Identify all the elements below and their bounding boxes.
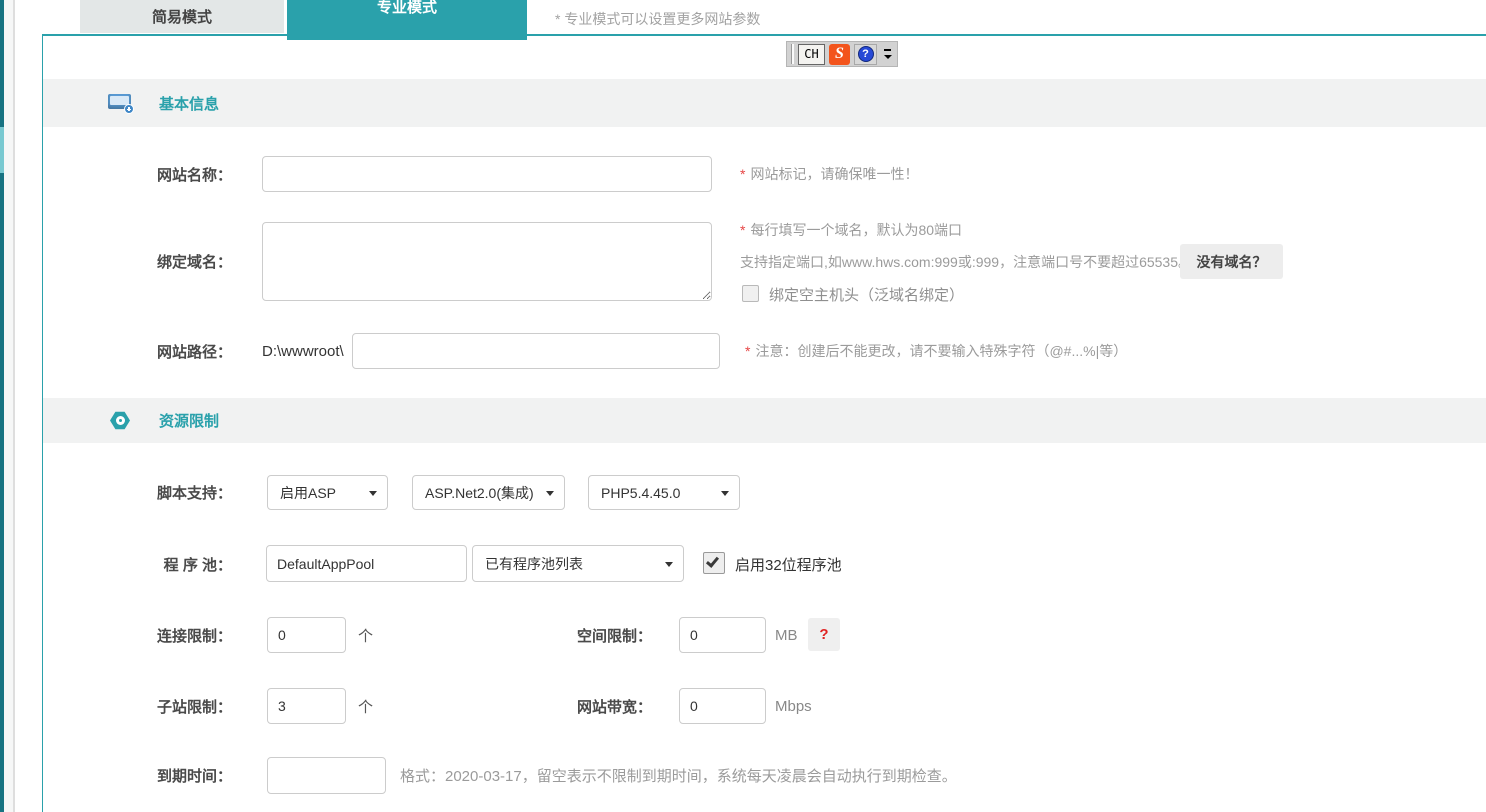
select-caret-icon bbox=[665, 561, 673, 567]
options-bar-icon bbox=[884, 49, 891, 51]
section-resource-limits: 资源限制 bbox=[43, 398, 1486, 443]
sogou-icon[interactable]: S bbox=[829, 43, 850, 65]
tab-simple-mode-label: 简易模式 bbox=[151, 9, 212, 26]
bind-domains-hint-2: 支持指定端口,如www.hws.com:999或:999，注意端口号不要超过65… bbox=[740, 254, 1192, 270]
create-site-page: 简易模式 专业模式 * 专业模式可以设置更多网站参数 CH S ? 基本信息 网… bbox=[0, 0, 1486, 812]
php-select[interactable]: PHP5.4.45.0 bbox=[588, 475, 740, 510]
bind-domains-textarea[interactable] bbox=[262, 222, 712, 301]
enable-32bit-label: 启用32位程序池 bbox=[735, 556, 842, 574]
connection-limit-input[interactable] bbox=[267, 617, 346, 653]
language-button[interactable]: CH bbox=[798, 43, 825, 65]
space-limit-unit: MB bbox=[775, 626, 798, 644]
site-path-input[interactable] bbox=[352, 333, 720, 369]
required-star: * bbox=[745, 343, 751, 359]
toolbar-grip[interactable] bbox=[791, 44, 794, 64]
space-limit-input[interactable] bbox=[679, 617, 766, 653]
asp-select[interactable]: 启用ASP bbox=[267, 475, 388, 510]
space-limit-label: 空间限制： bbox=[576, 627, 652, 645]
expire-time-input[interactable] bbox=[267, 757, 386, 794]
bind-domains-label: 绑定域名： bbox=[156, 254, 232, 271]
subsite-limit-label: 子站限制： bbox=[156, 698, 232, 716]
section-resource-limits-title: 资源限制 bbox=[159, 413, 220, 430]
bandwidth-input[interactable] bbox=[679, 688, 766, 724]
hexagon-icon bbox=[110, 411, 130, 430]
tab-pro-mode[interactable]: 专业模式 bbox=[287, 0, 527, 40]
tab-pro-mode-label: 专业模式 bbox=[376, 0, 437, 16]
no-domain-button[interactable]: 没有域名？ bbox=[1180, 244, 1283, 279]
aspnet-select[interactable]: ASP.Net2.0(集成) bbox=[412, 475, 565, 510]
expire-time-label: 到期时间： bbox=[156, 768, 232, 785]
app-pool-name-input[interactable] bbox=[266, 545, 467, 582]
help-icon: ? bbox=[857, 46, 874, 62]
chevron-down-icon bbox=[883, 55, 892, 59]
connection-limit-unit: 个 bbox=[358, 627, 374, 645]
section-basic-info-title: 基本信息 bbox=[159, 95, 220, 113]
select-caret-icon bbox=[546, 490, 554, 496]
required-star: * bbox=[740, 166, 746, 182]
required-star: * bbox=[740, 222, 746, 238]
help-button[interactable]: ? bbox=[854, 43, 877, 65]
select-caret-icon bbox=[369, 490, 377, 496]
site-path-label: 网站路径： bbox=[156, 343, 232, 361]
script-support-label: 脚本支持： bbox=[156, 485, 232, 502]
tab-simple-mode[interactable]: 简易模式 bbox=[80, 0, 284, 33]
tabs-hint: * 专业模式可以设置更多网站参数 bbox=[555, 11, 761, 27]
site-path-hint: * 注意：创建后不能更改，请不要输入特殊字符（@#...%|等） bbox=[745, 343, 1128, 359]
left-gutter bbox=[4, 0, 15, 812]
enable-32bit-checkbox[interactable] bbox=[703, 552, 725, 574]
monitor-plus-icon bbox=[108, 94, 134, 114]
checkmark-icon bbox=[705, 554, 720, 568]
wildcard-binding-checkbox-label: 绑定空主机头（泛域名绑定） bbox=[769, 286, 965, 304]
app-pool-label: 程 序 池： bbox=[163, 556, 232, 574]
toolbar-options-button[interactable] bbox=[881, 44, 894, 65]
site-name-input[interactable] bbox=[262, 156, 712, 192]
subsite-limit-unit: 个 bbox=[358, 698, 374, 716]
space-limit-help-button[interactable]: ? bbox=[808, 618, 840, 651]
bandwidth-label: 网站带宽： bbox=[576, 698, 652, 716]
site-name-label: 网站名称： bbox=[156, 166, 232, 184]
expire-time-hint: 格式：2020-03-17，留空表示不限制到期时间，系统每天凌晨会自动执行到期检… bbox=[400, 768, 957, 785]
site-path-prefix: D:\wwwroot\ bbox=[262, 342, 344, 360]
site-name-hint: * 网站标记，请确保唯一性！ bbox=[740, 166, 919, 182]
wildcard-binding-checkbox[interactable] bbox=[742, 285, 759, 302]
bind-domains-hint-1: * 每行填写一个域名，默认为80端口 bbox=[740, 222, 963, 238]
select-caret-icon bbox=[721, 490, 729, 496]
connection-limit-label: 连接限制： bbox=[156, 627, 232, 645]
bandwidth-unit: Mbps bbox=[775, 697, 812, 715]
app-pool-list-select[interactable]: 已有程序池列表 bbox=[472, 545, 684, 582]
subsite-limit-input[interactable] bbox=[267, 688, 346, 724]
section-basic-info: 基本信息 bbox=[43, 79, 1486, 127]
language-toolbar: CH S ? bbox=[786, 41, 898, 67]
